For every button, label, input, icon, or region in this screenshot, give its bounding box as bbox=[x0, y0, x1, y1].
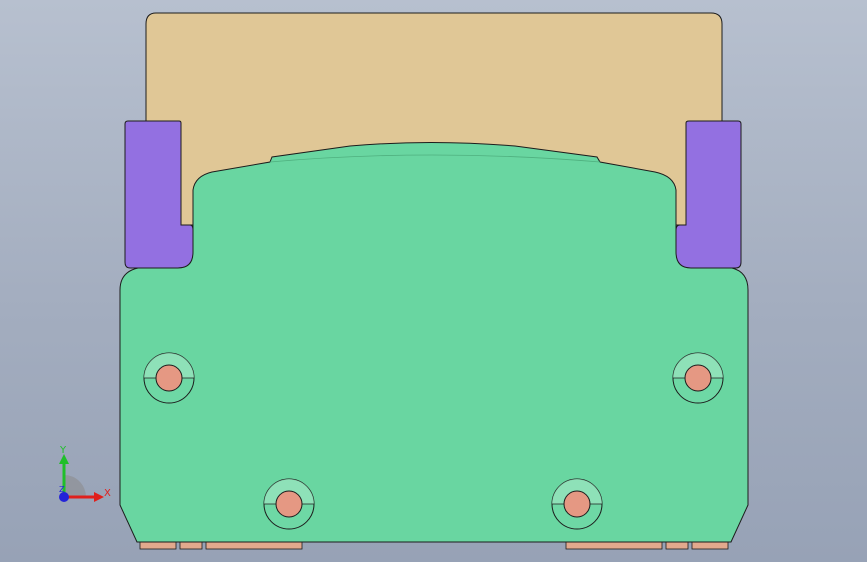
side-clamp-right[interactable] bbox=[675, 120, 742, 269]
x-axis-label: X bbox=[104, 488, 111, 499]
z-axis-label: Z bbox=[59, 485, 65, 494]
cad-viewport[interactable] bbox=[0, 0, 867, 562]
mounting-hole-right-lower[interactable] bbox=[551, 478, 603, 530]
x-axis-arrowhead bbox=[94, 492, 104, 502]
mounting-hole-left-lower[interactable] bbox=[263, 478, 315, 530]
base-block[interactable] bbox=[119, 142, 749, 543]
mounting-hole-right-upper[interactable] bbox=[672, 352, 724, 404]
coordinate-triad: Y X Z bbox=[59, 445, 111, 502]
mounting-hole-left-upper[interactable] bbox=[143, 352, 195, 404]
y-axis-label: Y bbox=[59, 445, 67, 456]
